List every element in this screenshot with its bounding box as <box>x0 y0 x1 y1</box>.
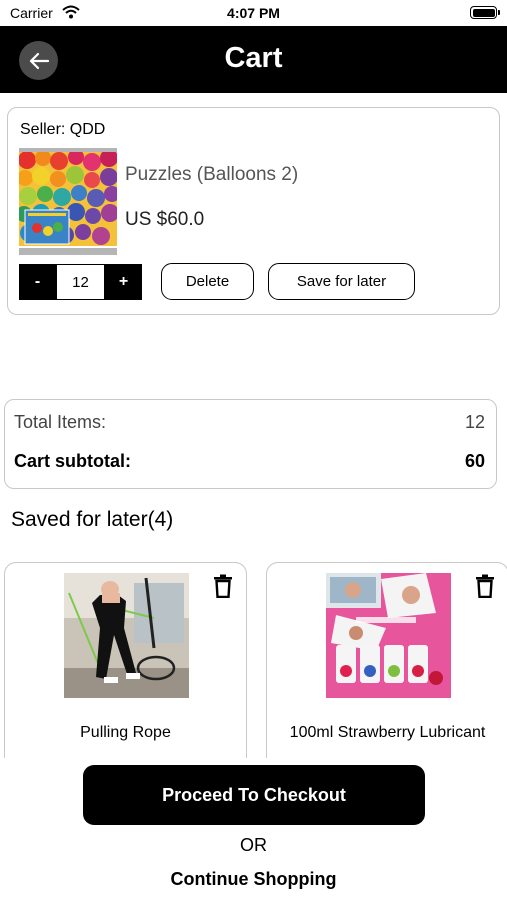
saved-for-later-heading: Saved for later(4) <box>11 508 174 531</box>
or-separator: OR <box>240 835 267 855</box>
seller-label: Seller: QDD <box>20 121 106 138</box>
saved-item-name[interactable]: Pulling Rope <box>5 724 246 742</box>
saved-item-card[interactable]: 100ml Strawberry Lubricant <box>266 562 507 772</box>
page-title: Cart <box>224 42 283 74</box>
status-bar: Carrier 4:07 PM <box>0 0 507 26</box>
cart-item-card: Seller: QDD Puzzles (Balloons 2) US $60.… <box>7 107 500 315</box>
status-time: 4:07 PM <box>227 5 280 21</box>
trash-icon[interactable] <box>475 574 495 603</box>
quantity-input[interactable]: 12 <box>56 264 105 300</box>
total-items-value: 12 <box>464 412 485 432</box>
cart-subtotal-label: Cart subtotal: <box>14 451 131 471</box>
saved-item-card[interactable]: Pulling Rope <box>4 562 247 772</box>
saved-item-name[interactable]: 100ml Strawberry Lubricant <box>267 724 507 742</box>
thumbnail-bar-bottom <box>19 248 117 255</box>
product-thumbnail[interactable] <box>19 148 117 258</box>
cart-totals-card: Total Items: 12 Cart subtotal: 60 <box>4 399 497 489</box>
product-image <box>19 152 117 246</box>
delete-button[interactable]: Delete <box>161 263 254 300</box>
product-price: US $60.0 <box>125 209 205 230</box>
continue-shopping-link[interactable]: Continue Shopping <box>0 869 507 890</box>
quantity-decrement-button[interactable]: - <box>19 264 56 300</box>
cart-subtotal-value: 60 <box>464 451 485 471</box>
saved-item-image <box>64 573 189 698</box>
battery-icon <box>470 6 500 19</box>
trash-icon[interactable] <box>213 574 233 603</box>
app-header: Cart <box>0 26 507 93</box>
quantity-increment-button[interactable]: + <box>105 264 142 300</box>
proceed-to-checkout-button[interactable]: Proceed To Checkout <box>83 765 425 825</box>
save-for-later-button[interactable]: Save for later <box>268 263 415 300</box>
product-name[interactable]: Puzzles (Balloons 2) <box>125 164 298 186</box>
saved-item-image <box>326 573 451 698</box>
total-items-label: Total Items: <box>14 412 107 432</box>
